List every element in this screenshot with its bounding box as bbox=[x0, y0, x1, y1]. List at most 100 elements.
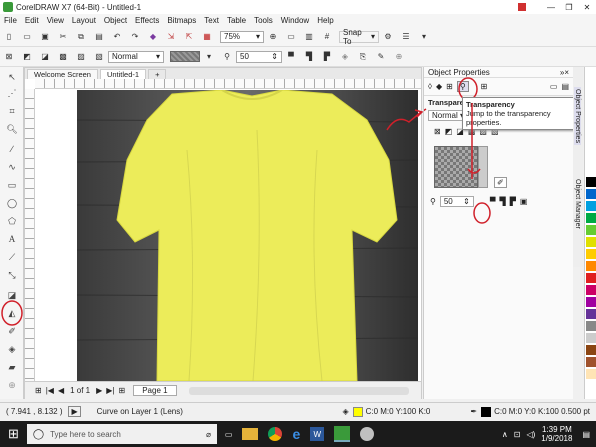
publish-pdf-icon[interactable]: ▦ bbox=[200, 31, 214, 43]
menu-view[interactable]: View bbox=[43, 16, 68, 25]
outline-only-icon[interactable]: ▛ bbox=[320, 51, 334, 63]
zoom-tool-icon[interactable]: 🔍︎ bbox=[5, 123, 19, 135]
polygon-tool-icon[interactable]: ⬠ bbox=[5, 215, 19, 227]
bitmap-pattern-transparency-icon[interactable]: ▨ bbox=[74, 51, 88, 63]
palette-swatch[interactable] bbox=[586, 273, 596, 284]
task-view-icon[interactable]: ▭ bbox=[225, 430, 233, 439]
prev-page-icon[interactable]: ◀ bbox=[58, 386, 64, 395]
chrome-icon[interactable] bbox=[268, 427, 283, 441]
menu-object[interactable]: Object bbox=[100, 16, 131, 25]
palette-swatch[interactable] bbox=[586, 249, 596, 260]
search-box[interactable]: ◯ Type here to search ⌀ bbox=[26, 424, 217, 444]
import-icon[interactable]: ⇲ bbox=[164, 31, 178, 43]
menu-help[interactable]: Help bbox=[313, 16, 337, 25]
palette-swatch[interactable] bbox=[586, 369, 596, 380]
add-page-after-icon[interactable]: ⊞ bbox=[119, 386, 126, 395]
volume-icon[interactable]: ◁) bbox=[526, 430, 535, 439]
tray-up-icon[interactable]: ∧ bbox=[502, 430, 508, 439]
interactive-fill-icon[interactable]: ◈ bbox=[5, 343, 19, 355]
close-button[interactable]: ✕ bbox=[578, 3, 596, 12]
palette-swatch[interactable] bbox=[586, 213, 596, 224]
side-tab-object-manager[interactable]: Object Manager bbox=[574, 177, 581, 231]
export-icon[interactable]: ⇱ bbox=[182, 31, 196, 43]
crop-tool-icon[interactable]: ⌗ bbox=[5, 105, 19, 117]
search-content-icon[interactable]: ◆ bbox=[146, 31, 160, 43]
pick-tool-icon[interactable]: ↖ bbox=[5, 71, 19, 83]
microphone-icon[interactable]: ⌀ bbox=[206, 430, 211, 439]
menu-window[interactable]: Window bbox=[277, 16, 313, 25]
tab-welcome-screen[interactable]: Welcome Screen bbox=[27, 69, 98, 79]
rectangle-tool-icon[interactable]: ▭ bbox=[5, 179, 19, 191]
network-icon[interactable]: ⊡ bbox=[514, 430, 521, 439]
grid-icon[interactable]: # bbox=[320, 31, 334, 43]
add-tool-icon[interactable]: ⊕ bbox=[5, 379, 19, 391]
add-page-before-icon[interactable]: ⊞ bbox=[35, 386, 42, 395]
palette-swatch[interactable] bbox=[586, 333, 596, 344]
horizontal-scrollbar[interactable] bbox=[188, 386, 409, 395]
palette-swatch[interactable] bbox=[586, 201, 596, 212]
palette-swatch[interactable] bbox=[586, 357, 596, 368]
launch-icon[interactable]: ▾ bbox=[417, 31, 431, 43]
fill-all-icon[interactable]: ▀ bbox=[284, 51, 298, 63]
shape-tool-icon[interactable]: ⋰ bbox=[5, 87, 19, 99]
zoom-icon[interactable]: ⊕ bbox=[266, 31, 280, 43]
ellipse-tool-icon[interactable]: ◯ bbox=[5, 197, 19, 209]
horizontal-ruler[interactable] bbox=[35, 79, 421, 89]
redo-icon[interactable]: ↷ bbox=[128, 31, 142, 43]
notification-icon[interactable] bbox=[518, 3, 526, 11]
fill-swatch[interactable] bbox=[352, 406, 363, 417]
search-input[interactable]: Type here to search bbox=[50, 430, 121, 439]
menu-bitmaps[interactable]: Bitmaps bbox=[163, 16, 200, 25]
start-icon[interactable]: ⊞ bbox=[8, 426, 19, 442]
add-icon[interactable]: ⊕ bbox=[392, 51, 406, 63]
menu-table[interactable]: Table bbox=[223, 16, 250, 25]
palette-swatch[interactable] bbox=[586, 225, 596, 236]
cut-icon[interactable]: ✂ bbox=[56, 31, 70, 43]
outline-swatch[interactable] bbox=[481, 406, 492, 417]
word-icon[interactable]: W bbox=[310, 427, 325, 441]
palette-swatch[interactable] bbox=[586, 165, 596, 176]
first-page-icon[interactable]: |◀ bbox=[46, 386, 54, 395]
restore-button[interactable]: ❐ bbox=[560, 3, 578, 12]
palette-swatch[interactable] bbox=[586, 321, 596, 332]
snap-to-dropdown[interactable]: Snap To ▾ bbox=[339, 28, 379, 46]
menu-layout[interactable]: Layout bbox=[68, 16, 100, 25]
menu-text[interactable]: Text bbox=[200, 16, 223, 25]
vector-pattern-transparency-icon[interactable]: ▩ bbox=[56, 51, 70, 63]
freehand-tool-icon[interactable]: ∕ bbox=[5, 143, 19, 155]
menu-edit[interactable]: Edit bbox=[21, 16, 43, 25]
tshirt-photo[interactable] bbox=[77, 90, 418, 381]
palette-swatch[interactable] bbox=[586, 309, 596, 320]
zoom-level-select[interactable]: 75% ▾ bbox=[220, 30, 264, 43]
swatch-dropdown-icon[interactable]: ▾ bbox=[202, 51, 216, 63]
next-page-icon[interactable]: ▶ bbox=[96, 386, 102, 395]
new-tab-button[interactable]: + bbox=[148, 69, 167, 79]
edge-icon[interactable]: e bbox=[292, 426, 300, 442]
side-tab-object-properties[interactable]: Object Properties bbox=[574, 87, 581, 146]
new-icon[interactable]: ▯ bbox=[2, 31, 16, 43]
page-1-tab[interactable]: Page 1 bbox=[133, 385, 177, 396]
app-launcher-icon[interactable]: ☰ bbox=[399, 31, 413, 43]
undo-icon[interactable]: ↶ bbox=[110, 31, 124, 43]
full-screen-icon[interactable]: ▭ bbox=[284, 31, 298, 43]
artistic-media-icon[interactable]: ∿ bbox=[5, 161, 19, 173]
palette-swatch[interactable] bbox=[586, 237, 596, 248]
palette-swatch[interactable] bbox=[586, 345, 596, 356]
parallel-dimension-icon[interactable]: ⟋ bbox=[5, 251, 19, 263]
app-icon-extra[interactable] bbox=[360, 427, 375, 441]
play-icon[interactable]: ▶ bbox=[68, 406, 81, 417]
palette-swatch[interactable] bbox=[586, 297, 596, 308]
clock-date[interactable]: 1/9/2018 bbox=[541, 434, 572, 443]
palette-swatch[interactable] bbox=[586, 189, 596, 200]
last-page-icon[interactable]: ▶| bbox=[106, 386, 114, 395]
options-icon[interactable]: ⚙ bbox=[381, 31, 395, 43]
fill-only-icon[interactable]: ▜ bbox=[302, 51, 316, 63]
rulers-icon[interactable]: ▥ bbox=[302, 31, 316, 43]
edit-transparency-icon[interactable]: ✎ bbox=[374, 51, 388, 63]
connector-tool-icon[interactable]: ⤡ bbox=[5, 269, 19, 281]
tab-untitled-1[interactable]: Untitled-1 bbox=[99, 69, 147, 79]
palette-swatch[interactable] bbox=[586, 177, 596, 188]
save-icon[interactable]: ▣ bbox=[38, 31, 52, 43]
clock-time[interactable]: 1:39 PM bbox=[542, 425, 572, 434]
uniform-transparency-icon[interactable]: ◩ bbox=[20, 51, 34, 63]
